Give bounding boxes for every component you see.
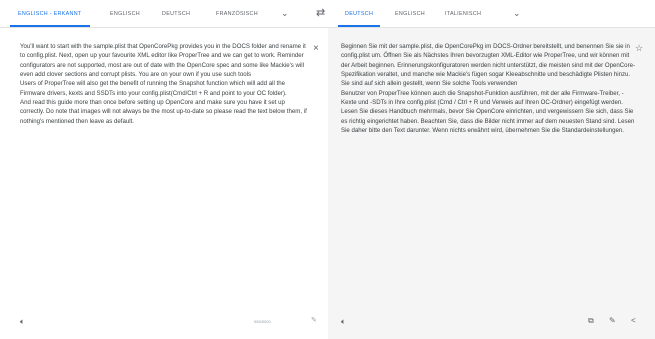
tab-target-german[interactable]: Deutsch <box>345 11 373 17</box>
source-language-more-icon[interactable]: ⌄ <box>281 8 289 19</box>
tab-detected-english[interactable]: Englisch - erkannt <box>18 11 82 17</box>
share-icon[interactable]: < <box>631 317 636 325</box>
star-icon[interactable]: ☆ <box>635 44 643 53</box>
active-source-tab-indicator <box>10 25 90 27</box>
target-language-more-icon[interactable]: ⌄ <box>513 8 521 19</box>
language-bar: Englisch - erkannt Englisch Deutsch Fran… <box>0 0 655 28</box>
tab-source-german[interactable]: Deutsch <box>162 11 190 17</box>
speaker-icon[interactable]: 🔈︎ <box>20 318 25 326</box>
close-icon[interactable]: × <box>313 44 319 54</box>
tab-target-english[interactable]: Englisch <box>395 11 425 17</box>
tab-source-french[interactable]: Französisch <box>216 11 258 17</box>
translated-text: Beginnen Sie mit der sample.plist, die O… <box>341 43 636 135</box>
translation-panel: Beginnen Sie mit der sample.plist, die O… <box>328 28 655 339</box>
tab-target-italian[interactable]: Italienisch <box>445 11 481 17</box>
translation-output: Beginnen Sie mit der sample.plist, die O… <box>341 42 639 135</box>
swap-icon[interactable]: ⇄ <box>316 6 326 19</box>
source-text-input[interactable]: You'll want to start with the sample.pli… <box>20 42 310 126</box>
character-count: 955/5000 <box>254 319 271 324</box>
active-target-tab-indicator <box>338 25 380 27</box>
source-text: You'll want to start with the sample.pli… <box>20 43 307 125</box>
tab-source-english[interactable]: Englisch <box>110 11 140 17</box>
copy-icon[interactable]: ⧉ <box>588 317 594 325</box>
speaker-icon[interactable]: 🔈︎ <box>341 318 346 326</box>
source-panel: You'll want to start with the sample.pli… <box>0 28 328 339</box>
pencil-icon[interactable]: ✎ <box>311 317 317 325</box>
pencil-icon[interactable]: ✎ <box>609 317 616 325</box>
